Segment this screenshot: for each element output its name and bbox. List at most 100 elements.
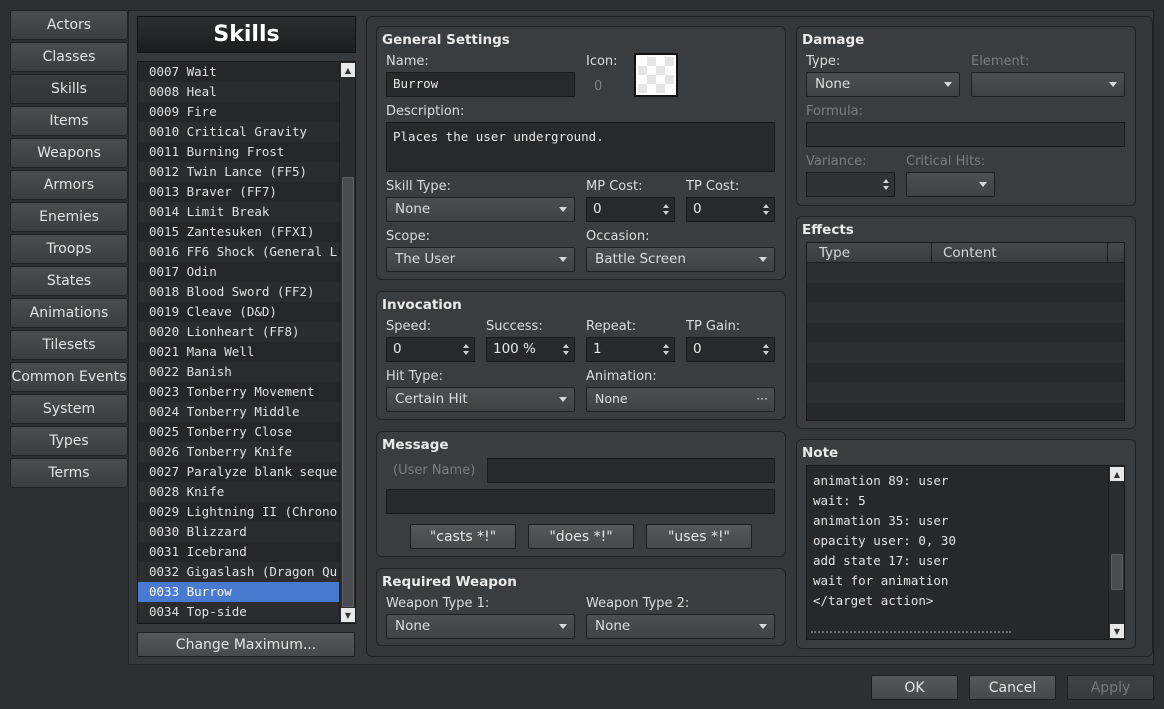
- list-item[interactable]: 0025 Tonberry Close: [138, 422, 340, 442]
- casts-button[interactable]: "casts *!": [410, 524, 516, 549]
- scroll-down-icon[interactable]: ▼: [1110, 624, 1124, 638]
- list-item[interactable]: 0022 Banish: [138, 362, 340, 382]
- spin-up-icon[interactable]: [563, 344, 569, 348]
- nav-tab-enemies[interactable]: Enemies: [10, 202, 128, 232]
- weapon-type1-select[interactable]: None: [386, 614, 575, 639]
- note-scrollbar[interactable]: ▲ ▼: [1108, 466, 1124, 639]
- nav-tab-weapons[interactable]: Weapons: [10, 138, 128, 168]
- spin-up-icon[interactable]: [463, 344, 469, 348]
- nav-tab-armors[interactable]: Armors: [10, 170, 128, 200]
- list-item[interactable]: 0018 Blood Sword (FF2): [138, 282, 340, 302]
- apply-button[interactable]: Apply: [1067, 675, 1154, 700]
- spin-up-icon[interactable]: [763, 204, 769, 208]
- spin-down-icon[interactable]: [463, 351, 469, 355]
- list-item[interactable]: 0013 Braver (FF7): [138, 182, 340, 202]
- nav-tab-terms[interactable]: Terms: [10, 458, 128, 488]
- list-item[interactable]: 0024 Tonberry Middle: [138, 402, 340, 422]
- list-item[interactable]: 0008 Heal: [138, 82, 340, 102]
- list-item[interactable]: 0030 Blizzard: [138, 522, 340, 542]
- list-item[interactable]: 0019 Cleave (D&D): [138, 302, 340, 322]
- scroll-down-icon[interactable]: ▼: [341, 608, 355, 622]
- spin-down-icon[interactable]: [883, 186, 889, 190]
- list-item[interactable]: 0032 Gigaslash (Dragon Qu···: [138, 562, 340, 582]
- nav-tab-classes[interactable]: Classes: [10, 42, 128, 72]
- uses-button[interactable]: "uses *!": [646, 524, 752, 549]
- nav-tab-animations[interactable]: Animations: [10, 298, 128, 328]
- list-item[interactable]: 0023 Tonberry Movement: [138, 382, 340, 402]
- tp-gain-spinner[interactable]: 0: [686, 337, 775, 362]
- spin-down-icon[interactable]: [763, 351, 769, 355]
- spin-up-icon[interactable]: [763, 344, 769, 348]
- list-item[interactable]: 0026 Tonberry Knife: [138, 442, 340, 462]
- spin-down-icon[interactable]: [763, 211, 769, 215]
- note-textarea[interactable]: animation 89: user wait: 5 animation 35: u…: [806, 465, 1125, 640]
- occasion-select[interactable]: Battle Screen: [586, 247, 775, 272]
- speed-spinner[interactable]: 0: [386, 337, 475, 362]
- icon-picker[interactable]: [634, 53, 678, 97]
- nav-tab-common-events[interactable]: Common Events: [10, 362, 128, 392]
- nav-tab-system[interactable]: System: [10, 394, 128, 424]
- ok-button[interactable]: OK: [871, 675, 958, 700]
- list-item[interactable]: 0007 Wait: [138, 62, 340, 82]
- damage-type-select[interactable]: None: [806, 72, 960, 97]
- nav-tab-troops[interactable]: Troops: [10, 234, 128, 264]
- does-button[interactable]: "does *!": [528, 524, 634, 549]
- success-spinner[interactable]: 100 %: [486, 337, 575, 362]
- list-item[interactable]: 0010 Critical Gravity: [138, 122, 340, 142]
- list-item[interactable]: 0028 Knife: [138, 482, 340, 502]
- list-item[interactable]: 0031 Icebrand: [138, 542, 340, 562]
- nav-tab-actors[interactable]: Actors: [10, 10, 128, 40]
- repeat-spinner[interactable]: 1: [586, 337, 675, 362]
- list-item[interactable]: 0027 Paralyze blank seque···: [138, 462, 340, 482]
- skill-list-scrollbar[interactable]: ▲ ▼: [339, 62, 355, 623]
- nav-tab-skills[interactable]: Skills: [10, 74, 128, 104]
- effects-row[interactable]: [807, 263, 1124, 283]
- critical-hits-select[interactable]: [906, 172, 995, 197]
- effects-row[interactable]: [807, 383, 1124, 403]
- scroll-thumb[interactable]: [1111, 554, 1123, 590]
- scroll-up-icon[interactable]: ▲: [1110, 467, 1124, 481]
- spin-up-icon[interactable]: [663, 344, 669, 348]
- change-maximum-button[interactable]: Change Maximum...: [137, 632, 355, 657]
- list-item[interactable]: 0017 Odin: [138, 262, 340, 282]
- effects-row[interactable]: [807, 363, 1124, 383]
- effects-row[interactable]: [807, 303, 1124, 323]
- list-item[interactable]: 0016 FF6 Shock (General L···: [138, 242, 340, 262]
- list-item[interactable]: 0012 Twin Lance (FF5): [138, 162, 340, 182]
- scope-select[interactable]: The User: [386, 247, 575, 272]
- nav-tab-states[interactable]: States: [10, 266, 128, 296]
- variance-spinner[interactable]: [806, 172, 895, 197]
- mp-cost-spinner[interactable]: 0: [586, 197, 675, 222]
- skill-list[interactable]: 0007 Wait 0008 Heal 0009 Fire 0010 Critical…: [137, 61, 356, 624]
- scroll-thumb[interactable]: [342, 177, 354, 607]
- nav-tab-tilesets[interactable]: Tilesets: [10, 330, 128, 360]
- weapon-type2-select[interactable]: None: [586, 614, 775, 639]
- cancel-button[interactable]: Cancel: [969, 675, 1056, 700]
- spin-up-icon[interactable]: [883, 179, 889, 183]
- name-input[interactable]: Burrow: [386, 72, 575, 97]
- effects-row[interactable]: [807, 323, 1124, 343]
- description-input[interactable]: Places the user underground.: [386, 122, 775, 172]
- spin-down-icon[interactable]: [563, 351, 569, 355]
- spin-down-icon[interactable]: [663, 351, 669, 355]
- list-item[interactable]: 0021 Mana Well: [138, 342, 340, 362]
- list-item[interactable]: 0015 Zantesuken (FFXI): [138, 222, 340, 242]
- tp-cost-spinner[interactable]: 0: [686, 197, 775, 222]
- message-line2-input[interactable]: [386, 489, 775, 514]
- animation-picker[interactable]: None ···: [586, 387, 775, 412]
- list-item[interactable]: 0011 Burning Frost: [138, 142, 340, 162]
- list-item[interactable]: 0029 Lightning II (Chrono···: [138, 502, 340, 522]
- nav-tab-types[interactable]: Types: [10, 426, 128, 456]
- hit-type-select[interactable]: Certain Hit: [386, 387, 575, 412]
- list-item[interactable]: 0020 Lionheart (FF8): [138, 322, 340, 342]
- nav-tab-items[interactable]: Items: [10, 106, 128, 136]
- list-item[interactable]: 0009 Fire: [138, 102, 340, 122]
- scroll-up-icon[interactable]: ▲: [341, 63, 355, 77]
- formula-input[interactable]: [806, 122, 1125, 147]
- skill-type-select[interactable]: None: [386, 197, 575, 222]
- list-item[interactable]: 0034 Top-side: [138, 602, 340, 622]
- spin-down-icon[interactable]: [663, 211, 669, 215]
- effects-table[interactable]: Type Content: [806, 242, 1125, 421]
- element-select[interactable]: [971, 72, 1125, 97]
- effects-row[interactable]: [807, 403, 1124, 420]
